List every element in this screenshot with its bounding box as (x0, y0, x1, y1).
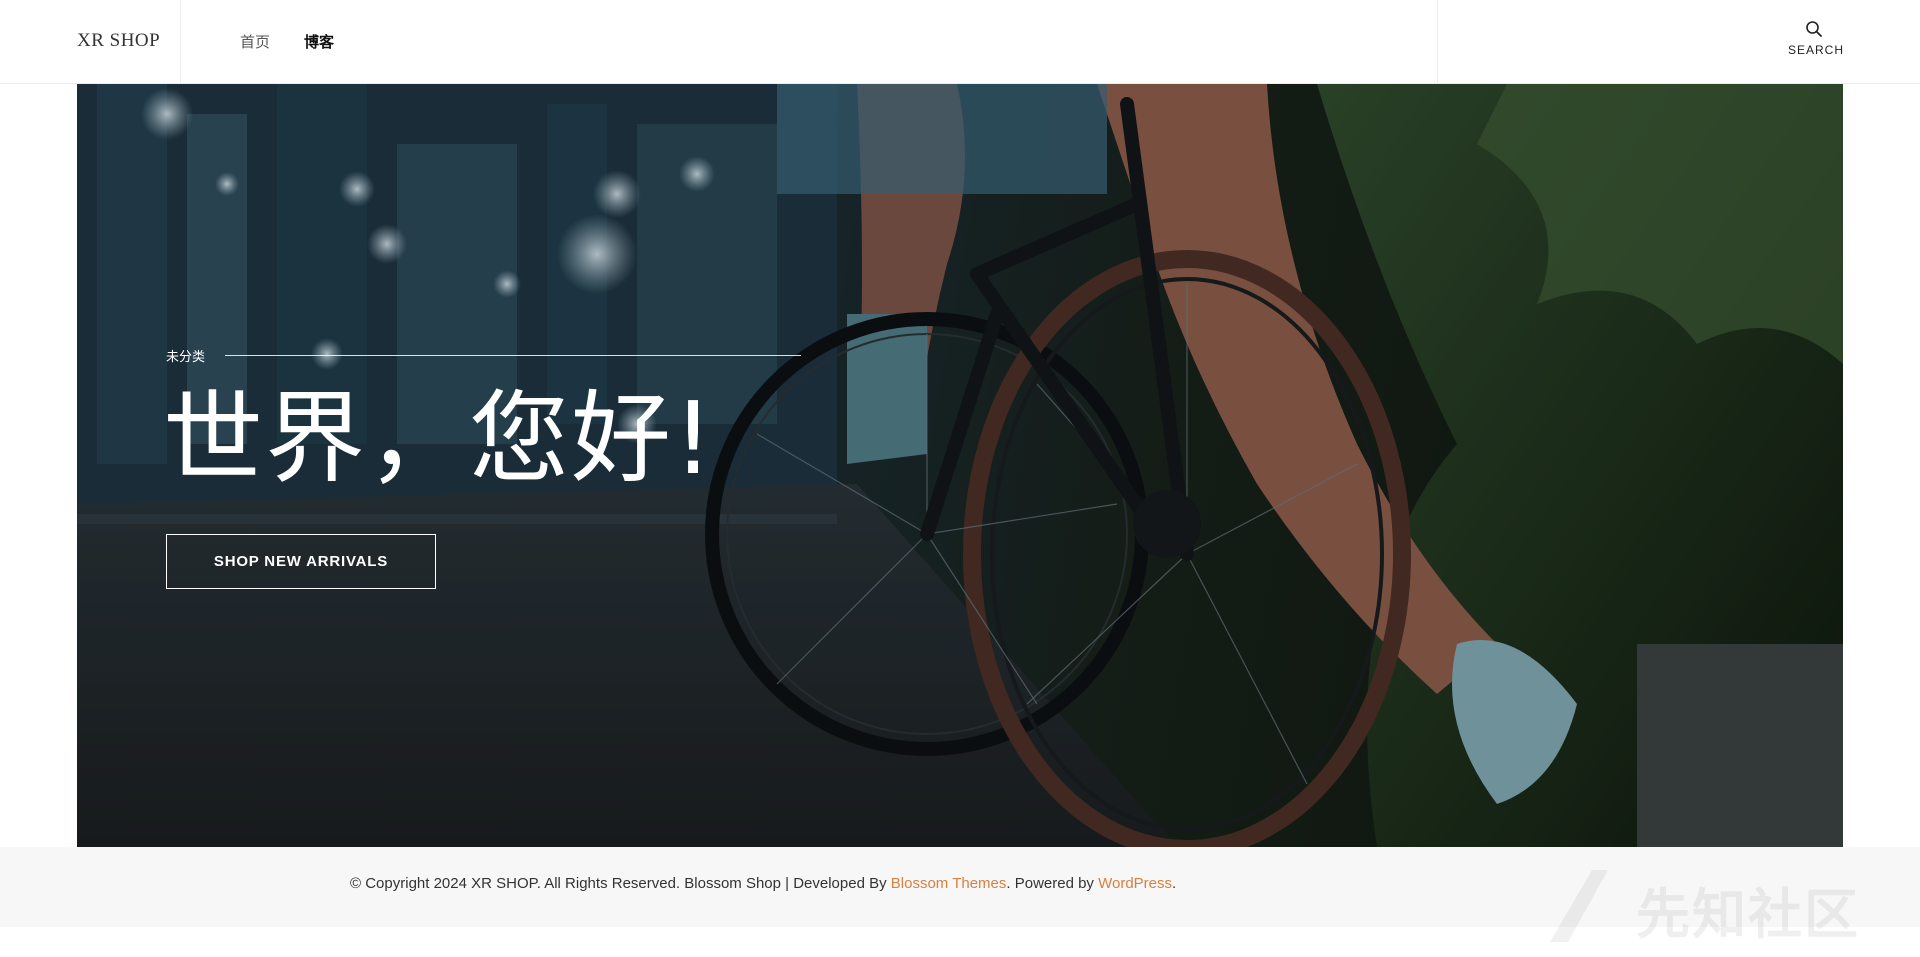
hero-banner: 未分类 世界，您好! SHOP NEW ARRIVALS (77, 84, 1843, 847)
post-category[interactable]: 未分类 (166, 346, 205, 365)
site-logo[interactable]: XR SHOP (77, 30, 160, 52)
header-divider (1437, 0, 1438, 84)
powered-prefix: . Powered by (1006, 875, 1099, 892)
watermark-text: 先知社区 (1636, 883, 1860, 946)
main-nav: 首页 博客 (240, 31, 334, 52)
search-icon (1806, 21, 1822, 37)
watermark-logo-icon (1550, 870, 1608, 942)
footer-copyright: © Copyright 2024 XR SHOP. All Rights Res… (350, 875, 1176, 892)
nav-item-home[interactable]: 首页 (240, 31, 270, 52)
site-header: XR SHOP 首页 博客 SEARCH (0, 0, 1920, 84)
header-divider (180, 0, 181, 84)
hero-title[interactable]: 世界，您好! (163, 384, 715, 494)
search-button[interactable]: SEARCH (1788, 20, 1845, 57)
nav-item-blog[interactable]: 博客 (304, 31, 334, 52)
shop-new-arrivals-button[interactable]: SHOP NEW ARRIVALS (166, 534, 436, 589)
post-category-row: 未分类 (166, 346, 802, 365)
copyright-text: © Copyright 2024 XR SHOP. All Rights Res… (350, 875, 891, 892)
developer-link[interactable]: Blossom Themes (891, 875, 1007, 892)
wordpress-link[interactable]: WordPress (1098, 875, 1172, 892)
search-label: SEARCH (1788, 43, 1845, 57)
footer-suffix: . (1172, 875, 1177, 892)
site-footer: © Copyright 2024 XR SHOP. All Rights Res… (0, 847, 1920, 927)
category-divider-line (225, 355, 802, 356)
